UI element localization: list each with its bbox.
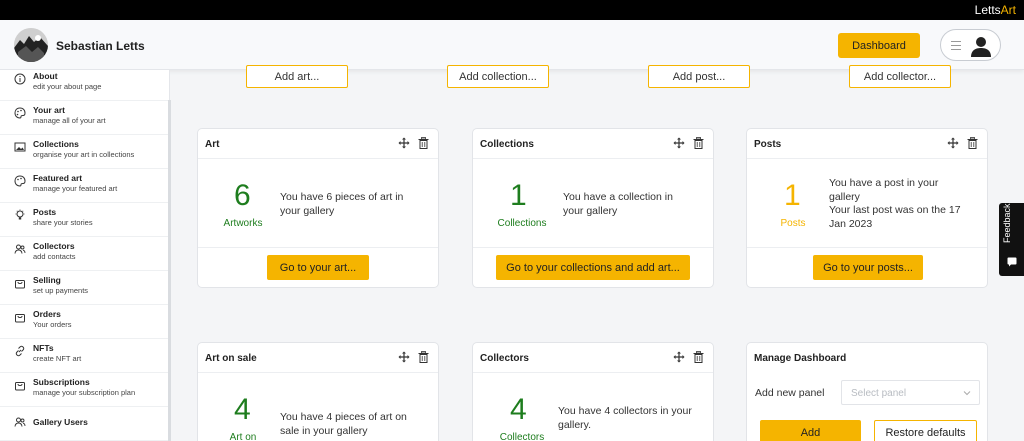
post-count: 1 [784, 179, 801, 212]
add-art-button[interactable]: Add art... [246, 65, 348, 88]
top-bar: LettsArt [0, 0, 1024, 20]
panel-header: Collectors [473, 343, 713, 373]
palette-icon [14, 107, 26, 119]
panel-header: Art [198, 129, 438, 159]
lightbulb-icon [15, 209, 25, 220]
collections-panel: Collections 1 Collections You have a col… [472, 128, 714, 288]
manage-dashboard-panel: Manage Dashboard Add new panel Select pa… [746, 342, 988, 441]
collectors-panel: Collectors 4 Collectors You have 4 colle… [472, 342, 714, 441]
panel-header: Posts [747, 129, 987, 159]
bag-icon [15, 382, 25, 391]
add-panel-button[interactable]: Add [760, 420, 861, 441]
panel-title: Posts [754, 139, 782, 150]
artwork-count: 6 [234, 179, 251, 212]
art-on-sale-summary-text: You have 4 pieces of art on sale in your… [280, 411, 407, 437]
username: Sebastian Letts [56, 39, 145, 53]
dashboard-button[interactable]: Dashboard [838, 33, 920, 58]
trash-icon[interactable] [967, 137, 978, 149]
sidebar-item-posts[interactable]: Posts share your stories [0, 203, 168, 237]
feedback-icon [1007, 257, 1017, 267]
bag-icon [15, 280, 25, 289]
palette-icon [14, 175, 26, 187]
sidebar: About edit your about page Your art mana… [0, 70, 170, 441]
panel-title: Manage Dashboard [754, 353, 847, 364]
sidebar-item-orders[interactable]: Orders Your orders [0, 305, 168, 339]
collection-count: 1 [510, 179, 527, 212]
add-collection-button[interactable]: Add collection... [447, 65, 549, 88]
art-on-sale-count: 4 [234, 393, 251, 426]
add-panel-label: Add new panel [755, 387, 825, 399]
sidebar-scrollbar[interactable] [168, 100, 171, 441]
trash-icon[interactable] [418, 351, 429, 363]
art-on-sale-label: Art on [229, 432, 257, 441]
posts-summary-text: You have a post in your gallery Your las… [829, 177, 961, 230]
user-menu-toggle[interactable] [940, 29, 1001, 61]
brand-logo[interactable]: LettsArt [975, 3, 1016, 17]
users-icon [14, 244, 26, 254]
sidebar-item-your-art[interactable]: Your art manage all of your art [0, 101, 168, 135]
panel-footer: Go to your posts... [747, 247, 987, 287]
collection-count-label: Collections [497, 218, 547, 229]
panel-footer: Go to your art... [198, 247, 438, 287]
collector-count-label: Collectors [499, 432, 545, 441]
sidebar-item-about[interactable]: About edit your about page [0, 67, 168, 101]
panel-title: Collections [480, 139, 534, 150]
trash-icon[interactable] [693, 351, 704, 363]
avatar[interactable] [14, 28, 48, 62]
panel-header: Manage Dashboard [747, 343, 987, 373]
panel-header: Art on sale [198, 343, 438, 373]
panel-footer: Go to your collections and add art... [473, 247, 713, 287]
menu-icon [951, 41, 961, 53]
restore-defaults-button[interactable]: Restore defaults [874, 420, 977, 441]
panel-header: Collections [473, 129, 713, 159]
sidebar-item-gallery-users[interactable]: Gallery Users [0, 407, 168, 441]
trash-icon[interactable] [693, 137, 704, 149]
bag-icon [15, 314, 25, 323]
users-icon [14, 417, 26, 427]
move-icon[interactable] [673, 351, 685, 363]
sidebar-item-collections[interactable]: Collections organise your art in collect… [0, 135, 168, 169]
sidebar-item-featured-art[interactable]: Featured art manage your featured art [0, 169, 168, 203]
sidebar-item-subscriptions[interactable]: Subscriptions manage your subscription p… [0, 373, 168, 407]
add-collector-button[interactable]: Add collector... [849, 65, 951, 88]
move-icon[interactable] [398, 351, 410, 363]
link-icon [15, 345, 25, 357]
post-count-label: Posts [780, 218, 806, 229]
chevron-down-icon [963, 391, 971, 396]
move-icon[interactable] [398, 137, 410, 149]
collector-count: 4 [510, 393, 527, 426]
feedback-tab[interactable]: Feedback [999, 203, 1024, 276]
go-to-collections-button[interactable]: Go to your collections and add art... [496, 255, 690, 280]
move-icon[interactable] [673, 137, 685, 149]
panel-select[interactable]: Select panel [841, 380, 980, 405]
trash-icon[interactable] [418, 137, 429, 149]
user-icon [971, 37, 991, 57]
add-post-button[interactable]: Add post... [648, 65, 750, 88]
art-on-sale-panel: Art on sale 4 Art on You have 4 pieces o… [197, 342, 439, 441]
artwork-count-label: Artworks [223, 218, 263, 229]
header: Sebastian Letts Dashboard [0, 20, 1024, 70]
art-summary-text: You have 6 pieces of art in your gallery [280, 191, 404, 217]
sidebar-item-collectors[interactable]: Collectors add contacts [0, 237, 168, 271]
art-panel: Art 6 Artworks You have 6 pieces of art … [197, 128, 439, 288]
sidebar-item-nfts[interactable]: NFTs create NFT art [0, 339, 168, 373]
image-icon [14, 142, 26, 152]
sidebar-item-selling[interactable]: Selling set up payments [0, 271, 168, 305]
posts-panel: Posts 1 Posts You have a post in your ga… [746, 128, 988, 288]
go-to-posts-button[interactable]: Go to your posts... [813, 255, 923, 280]
move-icon[interactable] [947, 137, 959, 149]
go-to-art-button[interactable]: Go to your art... [267, 255, 369, 280]
panel-title: Collectors [480, 353, 529, 364]
info-icon [14, 73, 26, 85]
collectors-summary-text: You have 4 collectors in your gallery. [558, 405, 692, 431]
collections-summary-text: You have a collection in your gallery [563, 191, 673, 217]
panel-title: Art on sale [205, 353, 257, 364]
panel-title: Art [205, 139, 220, 150]
